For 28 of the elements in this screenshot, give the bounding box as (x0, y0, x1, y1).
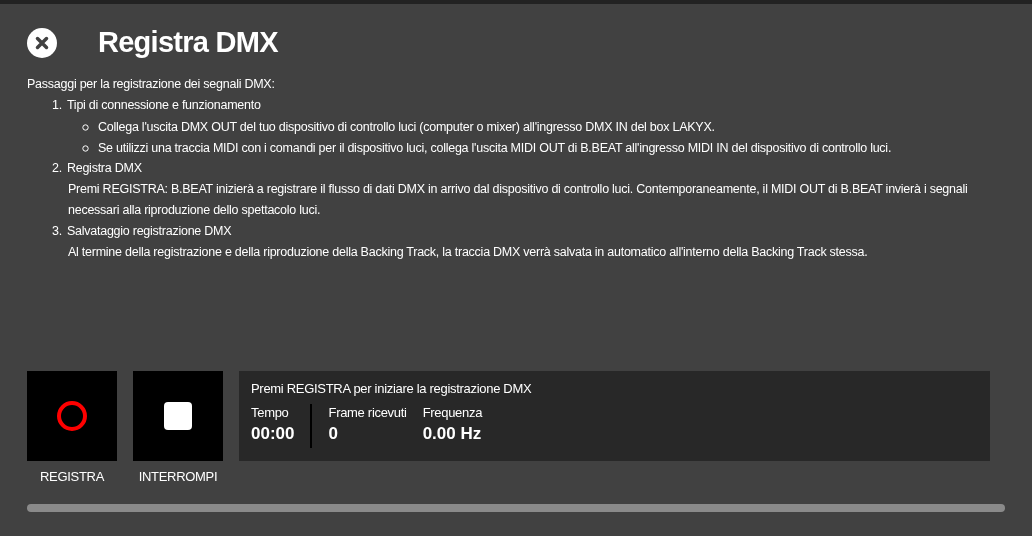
stat-value: 0 (328, 423, 339, 445)
status-message: Premi REGISTRA per iniziare la registrazione DMX (251, 379, 533, 398)
stat-label: Frame ricevuti (328, 404, 407, 422)
step-description: Premi REGISTRA: B.BEAT inizierà a registrare il flusso di dati DMX in arrivo dal dispositivo di controllo luci. Contemporaneamente, il MIDI OUT di B.BEAT invierà i segnali necessari alla riproduzione dello spettacolo luci. (67, 181, 969, 219)
stop-icon (164, 401, 192, 430)
step-number: 1. (52, 97, 62, 114)
bullet-text: Se utilizzi una traccia MIDI con i comandi per il dispositivo luci, collega l'uscita MIDI OUT di B.BEAT all'ingresso MIDI IN del dispositivo di controllo luci. (98, 140, 892, 157)
record-icon (56, 399, 88, 432)
stat-label: Frequenza (422, 404, 483, 422)
stat-label: Tempo (251, 404, 290, 422)
step-title: Registra DMX (66, 160, 142, 177)
step-title: Salvataggio registrazione DMX (66, 223, 232, 240)
button-label: INTERROMPI (138, 467, 218, 486)
stat-value: 0.00 Hz (422, 423, 483, 445)
step-title: Tipi di connessione e funzionamento (66, 97, 261, 114)
step-description: Al termine della registrazione e della riproduzione della Backing Track, la traccia DMX verrà salvata in automatico all'interno della Backing Track stessa. (67, 244, 869, 261)
bullet-icon (82, 145, 89, 152)
bullet-text: Collega l'uscita DMX OUT del tuo dispositivo di controllo luci (computer o mixer) all'ingresso DMX IN del box LAKYX. (98, 119, 715, 136)
bullet-icon (82, 124, 89, 131)
step-number: 3. (52, 223, 62, 240)
stop-button[interactable] (133, 370, 223, 461)
intro-text: Passaggi per la registrazione dei segnali DMX: (27, 76, 276, 93)
record-button[interactable] (27, 370, 117, 461)
close-icon[interactable] (26, 27, 58, 59)
dialog-title: Registra DMX (98, 25, 278, 61)
stat-value: 00:00 (251, 423, 295, 445)
step-number: 2. (52, 160, 62, 177)
button-label: REGISTRA (39, 467, 105, 486)
